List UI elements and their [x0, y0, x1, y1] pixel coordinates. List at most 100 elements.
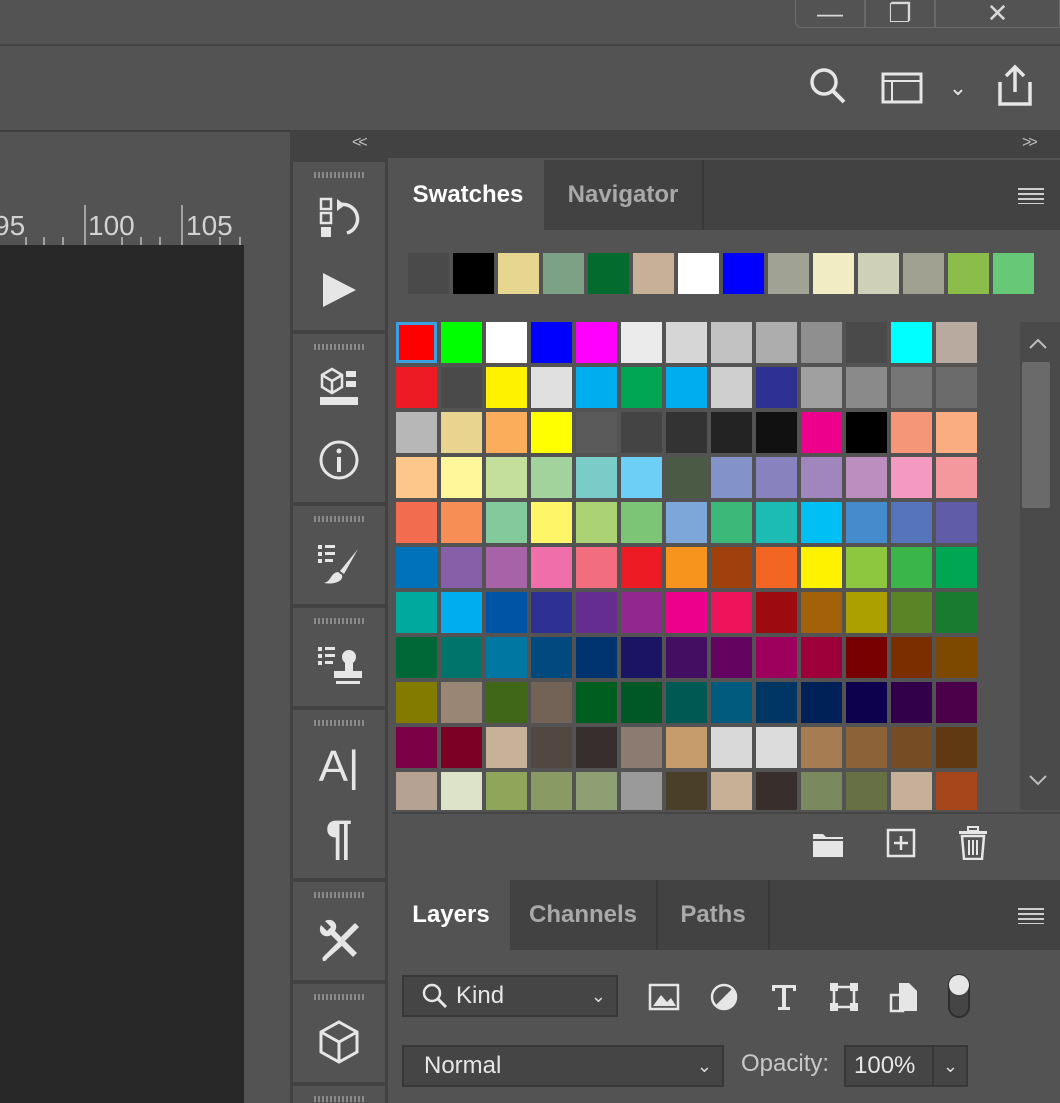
swatch[interactable] [621, 592, 662, 633]
swatch[interactable] [711, 637, 752, 678]
swatch[interactable] [621, 547, 662, 588]
actions-button[interactable] [293, 260, 385, 320]
swatch[interactable] [621, 727, 662, 768]
filter-pixel-button[interactable] [642, 975, 686, 1019]
swatch[interactable] [576, 637, 617, 678]
brush-settings-button[interactable] [293, 532, 385, 596]
recent-swatch[interactable] [543, 253, 584, 294]
swatch[interactable] [576, 547, 617, 588]
swatch[interactable] [621, 637, 662, 678]
swatch[interactable] [756, 502, 797, 543]
tab-channels[interactable]: Channels [510, 880, 658, 950]
swatch[interactable] [576, 412, 617, 453]
swatch[interactable] [666, 547, 707, 588]
recent-swatch[interactable] [678, 253, 719, 294]
share-button[interactable] [990, 60, 1040, 110]
recent-swatch[interactable] [948, 253, 989, 294]
swatch[interactable] [531, 637, 572, 678]
swatch[interactable] [666, 592, 707, 633]
swatch[interactable] [891, 772, 932, 810]
swatch[interactable] [441, 502, 482, 543]
document-canvas[interactable] [0, 245, 244, 1103]
swatch[interactable] [756, 457, 797, 498]
swatch[interactable] [801, 322, 842, 363]
swatch[interactable] [531, 772, 572, 810]
swatch[interactable] [396, 592, 437, 633]
opacity-field[interactable]: 100% ⌄ [844, 1045, 968, 1087]
swatch[interactable] [486, 637, 527, 678]
recent-swatch[interactable] [813, 253, 854, 294]
swatch[interactable] [891, 547, 932, 588]
swatch[interactable] [531, 502, 572, 543]
new-swatch-icon[interactable] [886, 828, 916, 858]
recent-swatch[interactable] [633, 253, 674, 294]
swatch[interactable] [666, 772, 707, 810]
swatch[interactable] [486, 412, 527, 453]
swatch[interactable] [441, 457, 482, 498]
restore-button[interactable]: ❐ [865, 0, 935, 28]
swatch[interactable] [711, 412, 752, 453]
swatch[interactable] [621, 322, 662, 363]
swatch[interactable] [846, 592, 887, 633]
swatch[interactable] [441, 592, 482, 633]
swatch[interactable] [396, 637, 437, 678]
swatch[interactable] [891, 502, 932, 543]
grip-handle[interactable] [314, 1096, 364, 1102]
filter-toggle[interactable] [946, 972, 972, 1020]
tab-navigator[interactable]: Navigator [544, 160, 704, 230]
swatch[interactable] [756, 592, 797, 633]
swatch[interactable] [576, 367, 617, 408]
swatch[interactable] [576, 772, 617, 810]
swatch[interactable] [531, 322, 572, 363]
swatch[interactable] [846, 412, 887, 453]
swatch[interactable] [846, 367, 887, 408]
3d-materials-button[interactable] [293, 360, 385, 414]
swatch[interactable] [846, 772, 887, 810]
swatch[interactable] [576, 322, 617, 363]
swatch[interactable] [801, 547, 842, 588]
swatch[interactable] [711, 727, 752, 768]
blend-mode-select[interactable]: Normal ⌄ [402, 1045, 724, 1087]
swatch[interactable] [756, 682, 797, 723]
swatch[interactable] [576, 457, 617, 498]
swatch[interactable] [801, 637, 842, 678]
swatch[interactable] [846, 637, 887, 678]
minimize-button[interactable]: — [795, 0, 865, 28]
trash-icon[interactable] [958, 826, 988, 860]
grip-handle[interactable] [314, 172, 364, 178]
layer-filter-kind[interactable]: Kind ⌄ [402, 975, 618, 1017]
workspace-button[interactable] [878, 66, 926, 110]
swatch[interactable] [666, 682, 707, 723]
tab-swatches[interactable]: Swatches [392, 160, 544, 230]
recent-swatch[interactable] [408, 253, 449, 294]
swatch[interactable] [666, 502, 707, 543]
swatch[interactable] [801, 592, 842, 633]
swatch[interactable] [486, 547, 527, 588]
recent-swatch[interactable] [453, 253, 494, 294]
recent-swatch[interactable] [993, 253, 1034, 294]
swatch[interactable] [891, 727, 932, 768]
swatch[interactable] [441, 682, 482, 723]
swatch[interactable] [801, 502, 842, 543]
swatch[interactable] [936, 637, 977, 678]
swatch[interactable] [846, 547, 887, 588]
recent-swatch[interactable] [858, 253, 899, 294]
search-button[interactable] [806, 64, 850, 108]
swatch[interactable] [801, 367, 842, 408]
swatch[interactable] [666, 367, 707, 408]
swatch[interactable] [936, 367, 977, 408]
recent-swatch[interactable] [723, 253, 764, 294]
swatch[interactable] [621, 502, 662, 543]
swatch[interactable] [756, 322, 797, 363]
swatch[interactable] [756, 727, 797, 768]
swatch[interactable] [441, 412, 482, 453]
expand-right-icon[interactable]: >> [1022, 134, 1038, 152]
swatch[interactable] [396, 367, 437, 408]
swatch[interactable] [531, 547, 572, 588]
grip-handle[interactable] [314, 516, 364, 522]
3d-button[interactable] [293, 1010, 385, 1074]
swatch[interactable] [801, 457, 842, 498]
swatch[interactable] [666, 412, 707, 453]
swatch[interactable] [396, 547, 437, 588]
character-button[interactable]: A| [293, 736, 385, 798]
